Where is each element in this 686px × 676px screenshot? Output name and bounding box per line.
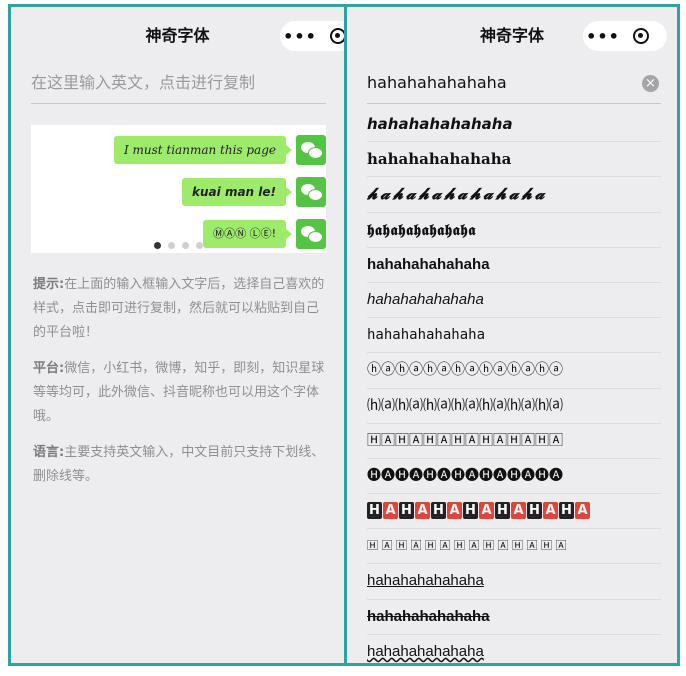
chat-message: kuai man le! bbox=[182, 177, 326, 207]
font-option[interactable]: hahahahahahaha bbox=[367, 318, 661, 354]
close-target-icon[interactable] bbox=[633, 28, 649, 44]
wechat-avatar-icon bbox=[296, 177, 326, 207]
screenshot-frame: 神奇字体 ••• 在这里输入英文，点击进行复制 I must tianman t… bbox=[8, 4, 680, 666]
font-option[interactable]: hahahahahahaha bbox=[367, 107, 661, 143]
font-option[interactable]: hahahahahahaha bbox=[367, 283, 661, 319]
tip-label: 平台: bbox=[33, 361, 65, 376]
tip-label: 语言: bbox=[33, 445, 65, 460]
boxed-letter: H bbox=[431, 502, 446, 520]
carousel-dot[interactable] bbox=[182, 242, 189, 249]
preview-carousel[interactable]: I must tianman this page kuai man le! ⓂⒶ… bbox=[31, 125, 326, 253]
boxed-letter: H bbox=[463, 502, 478, 520]
chat-bubble: I must tianman this page bbox=[113, 136, 293, 164]
clear-icon[interactable]: × bbox=[642, 75, 659, 92]
font-style-list: hahahahahahaha hahahahahahaha 𝓱𝓪𝓱𝓪𝓱𝓪𝓱𝓪𝓱𝓪… bbox=[367, 107, 661, 663]
font-option[interactable]: 🅗🅐🅗🅐🅗🅐🅗🅐🅗🅐🅗🅐🅗🅐 bbox=[367, 459, 661, 495]
carousel-dots bbox=[31, 242, 326, 249]
left-panel: 神奇字体 ••• 在这里输入英文，点击进行复制 I must tianman t… bbox=[11, 7, 347, 663]
font-option[interactable]: hahahahahahaha bbox=[367, 635, 661, 663]
font-option[interactable]: hahahahahahaha bbox=[367, 564, 661, 600]
boxed-letter: H bbox=[559, 502, 574, 520]
tip-text: 主要支持英文输入，中文目前只支持下划线、删除线等。 bbox=[33, 445, 325, 484]
boxed-letter: H bbox=[367, 502, 382, 520]
boxed-letter: A bbox=[511, 502, 526, 520]
carousel-dot[interactable] bbox=[154, 242, 161, 249]
text-input[interactable]: 在这里输入英文，点击进行复制 bbox=[31, 69, 326, 104]
boxed-letter: A bbox=[383, 502, 398, 520]
close-target-icon[interactable] bbox=[330, 28, 344, 44]
boxed-letter: H bbox=[399, 502, 414, 520]
nav-bar: 神奇字体 ••• bbox=[347, 7, 677, 61]
tip-language: 语言:主要支持英文输入，中文目前只支持下划线、删除线等。 bbox=[33, 441, 326, 489]
menu-capsule: ••• bbox=[280, 21, 344, 51]
font-option[interactable]: hahahahahahaha bbox=[367, 248, 661, 283]
menu-capsule: ••• bbox=[583, 21, 667, 51]
tip-label: 提示: bbox=[33, 277, 65, 292]
nav-bar: 神奇字体 ••• bbox=[11, 7, 344, 61]
font-option[interactable]: hahahahahahaha bbox=[367, 142, 661, 178]
boxed-letter: H bbox=[527, 502, 542, 520]
carousel-dot[interactable] bbox=[168, 242, 175, 249]
tip-text: 微信，小红书，微博，知乎，即刻，知识星球等等均可，此外微信、抖音昵称也可以用这个… bbox=[33, 361, 325, 424]
tip-platform: 平台:微信，小红书，微博，知乎，即刻，知识星球等等均可，此外微信、抖音昵称也可以… bbox=[33, 357, 326, 429]
font-option[interactable]: 𝖍𝖆𝖍𝖆𝖍𝖆𝖍𝖆𝖍𝖆𝖍𝖆𝖍𝖆 bbox=[367, 213, 661, 248]
boxed-letter: A bbox=[575, 502, 590, 520]
text-input[interactable]: hahahahahahaha × bbox=[367, 69, 661, 104]
right-panel: 神奇字体 ••• hahahahahahaha × hahahahahahaha… bbox=[347, 7, 677, 663]
font-option[interactable]: 🄷🄰🄷🄰🄷🄰🄷🄰🄷🄰🄷🄰🄷🄰 bbox=[367, 424, 661, 459]
tip-text: 在上面的输入框输入文字后，选择自己喜欢的样式，点击即可进行复制，然后就可以粘贴到… bbox=[33, 277, 325, 340]
carousel-dot[interactable] bbox=[196, 242, 203, 249]
chat-message: I must tianman this page bbox=[113, 135, 326, 165]
chat-bubble: kuai man le! bbox=[182, 178, 292, 206]
more-icon[interactable]: ••• bbox=[280, 27, 320, 46]
boxed-letter: A bbox=[415, 502, 430, 520]
boxed-letter: A bbox=[447, 502, 462, 520]
tip-hint: 提示:在上面的输入框输入文字后，选择自己喜欢的样式，点击即可进行复制，然后就可以… bbox=[33, 273, 326, 345]
boxed-letter: A bbox=[479, 502, 494, 520]
boxed-letter: H bbox=[495, 502, 510, 520]
more-icon[interactable]: ••• bbox=[583, 27, 623, 46]
font-option[interactable]: HAHAHAHAHAHAHA bbox=[367, 494, 661, 530]
boxed-letter: A bbox=[543, 502, 558, 520]
font-option[interactable]: ⓗⓐⓗⓐⓗⓐⓗⓐⓗⓐⓗⓐⓗⓐ bbox=[367, 353, 661, 389]
font-option[interactable]: ⒣⒜⒣⒜⒣⒜⒣⒜⒣⒜⒣⒜⒣⒜ bbox=[367, 389, 661, 424]
font-option[interactable]: 🄷 🄰 🄷 🄰 🄷 🄰 🄷 🄰 🄷 🄰 🄷 🄰 🄷 🄰 bbox=[367, 529, 661, 565]
font-option[interactable]: 𝓱𝓪𝓱𝓪𝓱𝓪𝓱𝓪𝓱𝓪𝓱𝓪𝓱𝓪 bbox=[367, 177, 661, 213]
input-value: hahahahahahaha bbox=[367, 73, 507, 92]
tips-section: 提示:在上面的输入框输入文字后，选择自己喜欢的样式，点击即可进行复制，然后就可以… bbox=[33, 273, 326, 501]
wechat-avatar-icon bbox=[296, 135, 326, 165]
font-option[interactable]: hahahahahahaha bbox=[367, 600, 661, 635]
